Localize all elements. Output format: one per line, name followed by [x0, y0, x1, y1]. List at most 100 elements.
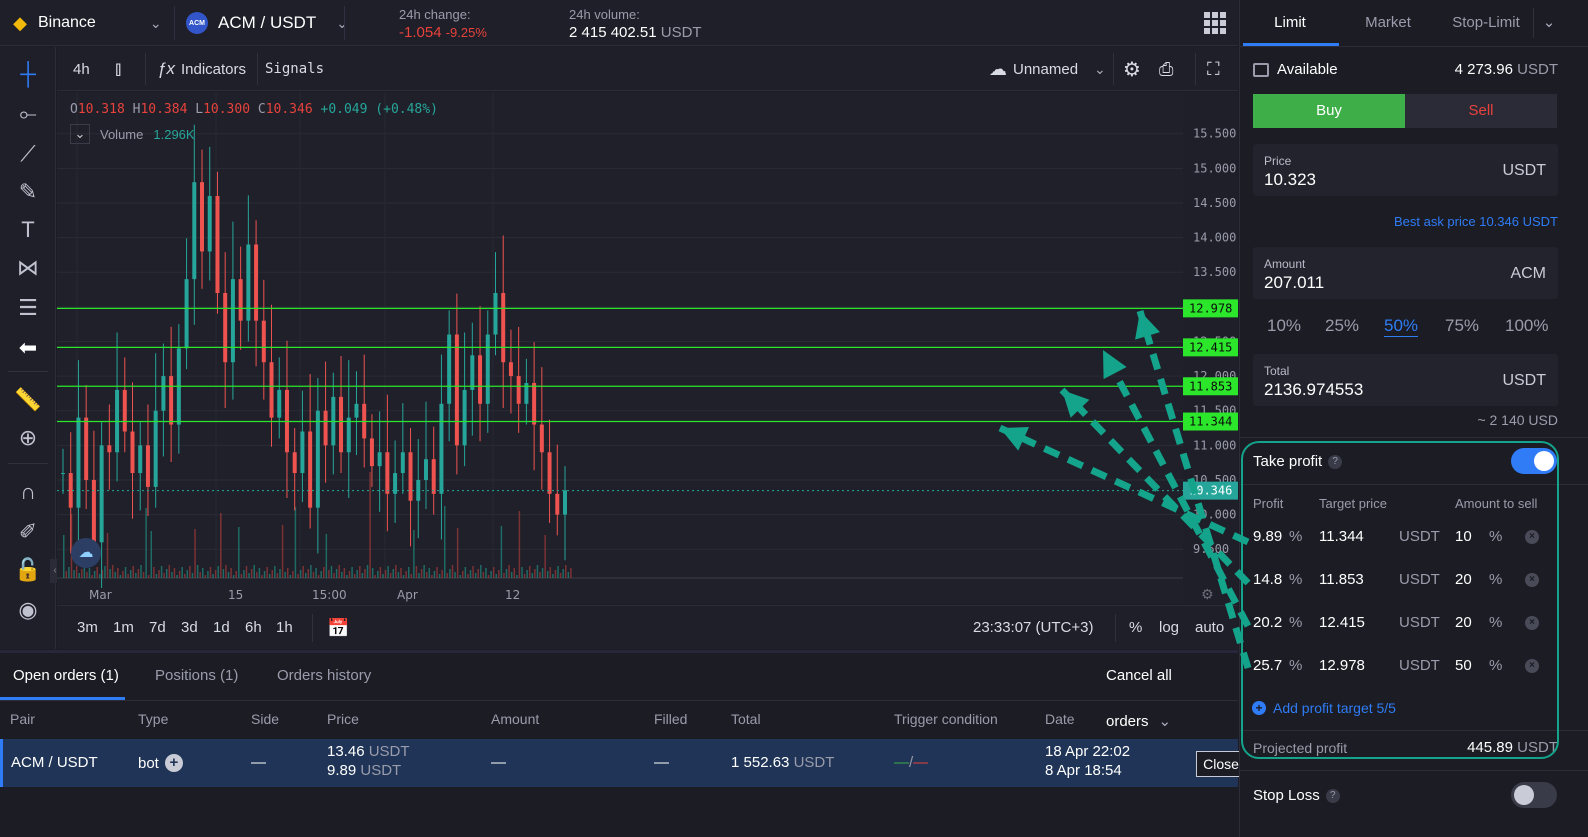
- volume-bar: [68, 567, 70, 578]
- volume-bar: [482, 572, 485, 578]
- candle-body: [99, 445, 104, 543]
- volume-bar: [207, 571, 209, 578]
- percent-50-button[interactable]: 50%: [1384, 316, 1419, 337]
- volume-bar: [462, 571, 464, 578]
- tab-positions[interactable]: Positions (1): [155, 653, 238, 699]
- auto-scale-toggle[interactable]: auto: [1195, 606, 1224, 650]
- price-field[interactable]: Price 10.323 USDT: [1253, 144, 1558, 196]
- pair-selector[interactable]: ACM ACM / USDT ⌄: [186, 0, 348, 46]
- chevron-down-icon: ⌄: [1094, 60, 1106, 77]
- volume-bar: [261, 575, 263, 578]
- take-profit-price-label: 12.415: [1189, 340, 1232, 354]
- fib-icon[interactable]: ☰: [13, 293, 43, 323]
- timeframe-4[interactable]: 1d: [213, 606, 230, 650]
- volume-bar: [323, 567, 325, 578]
- tab-stop-limit[interactable]: Stop-Limit: [1436, 0, 1536, 46]
- signals-button[interactable]: Signals: [265, 47, 324, 91]
- volume-bar: [135, 573, 137, 578]
- exchange-name: Binance: [38, 14, 96, 31]
- collapse-legend-icon[interactable]: ⌄: [70, 124, 90, 144]
- exchange-selector[interactable]: ◆ Binance ⌄: [10, 0, 161, 46]
- back-arrow-icon[interactable]: ⬅: [13, 333, 43, 363]
- best-ask-link[interactable]: Best ask price 10.346 USDT: [1394, 214, 1558, 229]
- col-pair: Pair: [10, 711, 35, 727]
- candle-body: [207, 196, 212, 252]
- log-scale-toggle[interactable]: log: [1159, 606, 1179, 650]
- eye-icon[interactable]: ◉: [13, 595, 43, 625]
- settings-gear-icon[interactable]: ⚙: [1123, 47, 1141, 91]
- amount-value[interactable]: 207.011: [1264, 273, 1324, 293]
- tab-open-orders[interactable]: Open orders (1): [13, 653, 119, 699]
- volume-bar: [518, 511, 521, 578]
- percent-100-button[interactable]: 100%: [1505, 316, 1548, 336]
- brush-icon[interactable]: ✎: [13, 177, 43, 207]
- timeframe-1[interactable]: 1m: [113, 606, 134, 650]
- unlock-icon[interactable]: 🔓: [13, 555, 43, 585]
- percent-scale-toggle[interactable]: %: [1129, 606, 1142, 650]
- volume-bar: [456, 528, 459, 578]
- total-unit: USDT: [1502, 372, 1546, 389]
- tab-limit[interactable]: Limit: [1240, 0, 1340, 46]
- volume-bar: [212, 574, 214, 578]
- volume-bar: [377, 571, 379, 578]
- fullscreen-icon[interactable]: ⛶: [1207, 47, 1220, 91]
- expand-plus-icon[interactable]: +: [164, 754, 183, 772]
- date-range-icon[interactable]: 📅: [327, 606, 349, 650]
- volume-bar: [147, 575, 150, 578]
- layout-selector[interactable]: ☁ Unnamed ⌄: [989, 47, 1106, 91]
- table-row[interactable]: ACM / USDT bot + — 13.46 USDT 9.89 USDT …: [0, 739, 1246, 787]
- tab-market[interactable]: Market: [1338, 0, 1438, 46]
- timeframe-2[interactable]: 7d: [149, 606, 166, 650]
- total-field[interactable]: Total 2136.974553 USDT: [1253, 354, 1558, 406]
- horizontal-line-icon[interactable]: ⟜: [13, 99, 43, 129]
- zoom-in-icon[interactable]: ⊕: [13, 423, 43, 453]
- chart-canvas[interactable]: 15.50015.00014.50014.00013.50013.00012.5…: [57, 92, 1238, 604]
- pattern-icon[interactable]: ⋈: [13, 253, 43, 283]
- volume-bar: [150, 531, 153, 578]
- volume-bar: [510, 572, 513, 578]
- total-value[interactable]: 2136.974553: [1264, 380, 1363, 400]
- percent-10-button[interactable]: 10%: [1267, 316, 1301, 336]
- camera-icon[interactable]: ⎙: [1159, 47, 1173, 91]
- price-chart[interactable]: 15.50015.00014.50014.00013.50013.00012.5…: [57, 92, 1238, 604]
- volume-bar: [132, 566, 135, 578]
- price-value[interactable]: 10.323: [1264, 170, 1316, 190]
- timeframe-5[interactable]: 6h: [245, 606, 262, 650]
- timeframe-3[interactable]: 3d: [181, 606, 198, 650]
- percent-25-button[interactable]: 25%: [1325, 316, 1359, 336]
- percent-75-button[interactable]: 75%: [1445, 316, 1479, 336]
- volume-bar: [397, 572, 400, 578]
- volume-bar: [284, 572, 286, 578]
- volume-bar: [111, 565, 114, 578]
- volume-bar: [474, 573, 477, 578]
- volume-bar: [508, 565, 510, 578]
- chevron-down-icon[interactable]: ⌄: [1534, 0, 1564, 46]
- buy-button[interactable]: Buy: [1253, 94, 1405, 128]
- text-icon[interactable]: T: [13, 215, 43, 245]
- last-price-label: 10.346: [1189, 484, 1232, 498]
- timeframe-6[interactable]: 1h: [276, 606, 293, 650]
- candle-body: [230, 279, 235, 363]
- cancel-all-orders-button[interactable]: Cancel all orders ⌄: [1106, 653, 1238, 730]
- magnet-icon[interactable]: ∩: [13, 477, 43, 507]
- volume-bar: [472, 566, 474, 578]
- wallet-icon: [1253, 62, 1269, 77]
- volume-bar: [78, 573, 80, 578]
- stop-loss-toggle[interactable]: [1511, 782, 1557, 808]
- timeframe-0[interactable]: 3m: [77, 606, 98, 650]
- volume-bar: [250, 569, 253, 578]
- chart-logo-icon: ☁: [71, 538, 101, 568]
- trend-line-icon[interactable]: ⟋: [13, 139, 43, 169]
- lock-drawing-icon[interactable]: ✐: [13, 517, 43, 547]
- amount-field[interactable]: Amount 207.011 ACM: [1253, 247, 1558, 299]
- ruler-icon[interactable]: 📏: [13, 385, 43, 415]
- sell-button[interactable]: Sell: [1405, 94, 1557, 128]
- layout-grid-icon[interactable]: [1204, 12, 1226, 34]
- interval-button[interactable]: 4h: [73, 47, 90, 91]
- candle-body: [539, 424, 544, 453]
- crosshair-icon[interactable]: ┼: [13, 59, 43, 89]
- candles-icon[interactable]: ⫾: [115, 47, 121, 91]
- tab-orders-history[interactable]: Orders history: [277, 653, 371, 699]
- indicators-button[interactable]: ƒx Indicators: [157, 47, 246, 91]
- order-form-panel: Limit Market Stop-Limit ⌄ Available 4 27…: [1239, 0, 1588, 837]
